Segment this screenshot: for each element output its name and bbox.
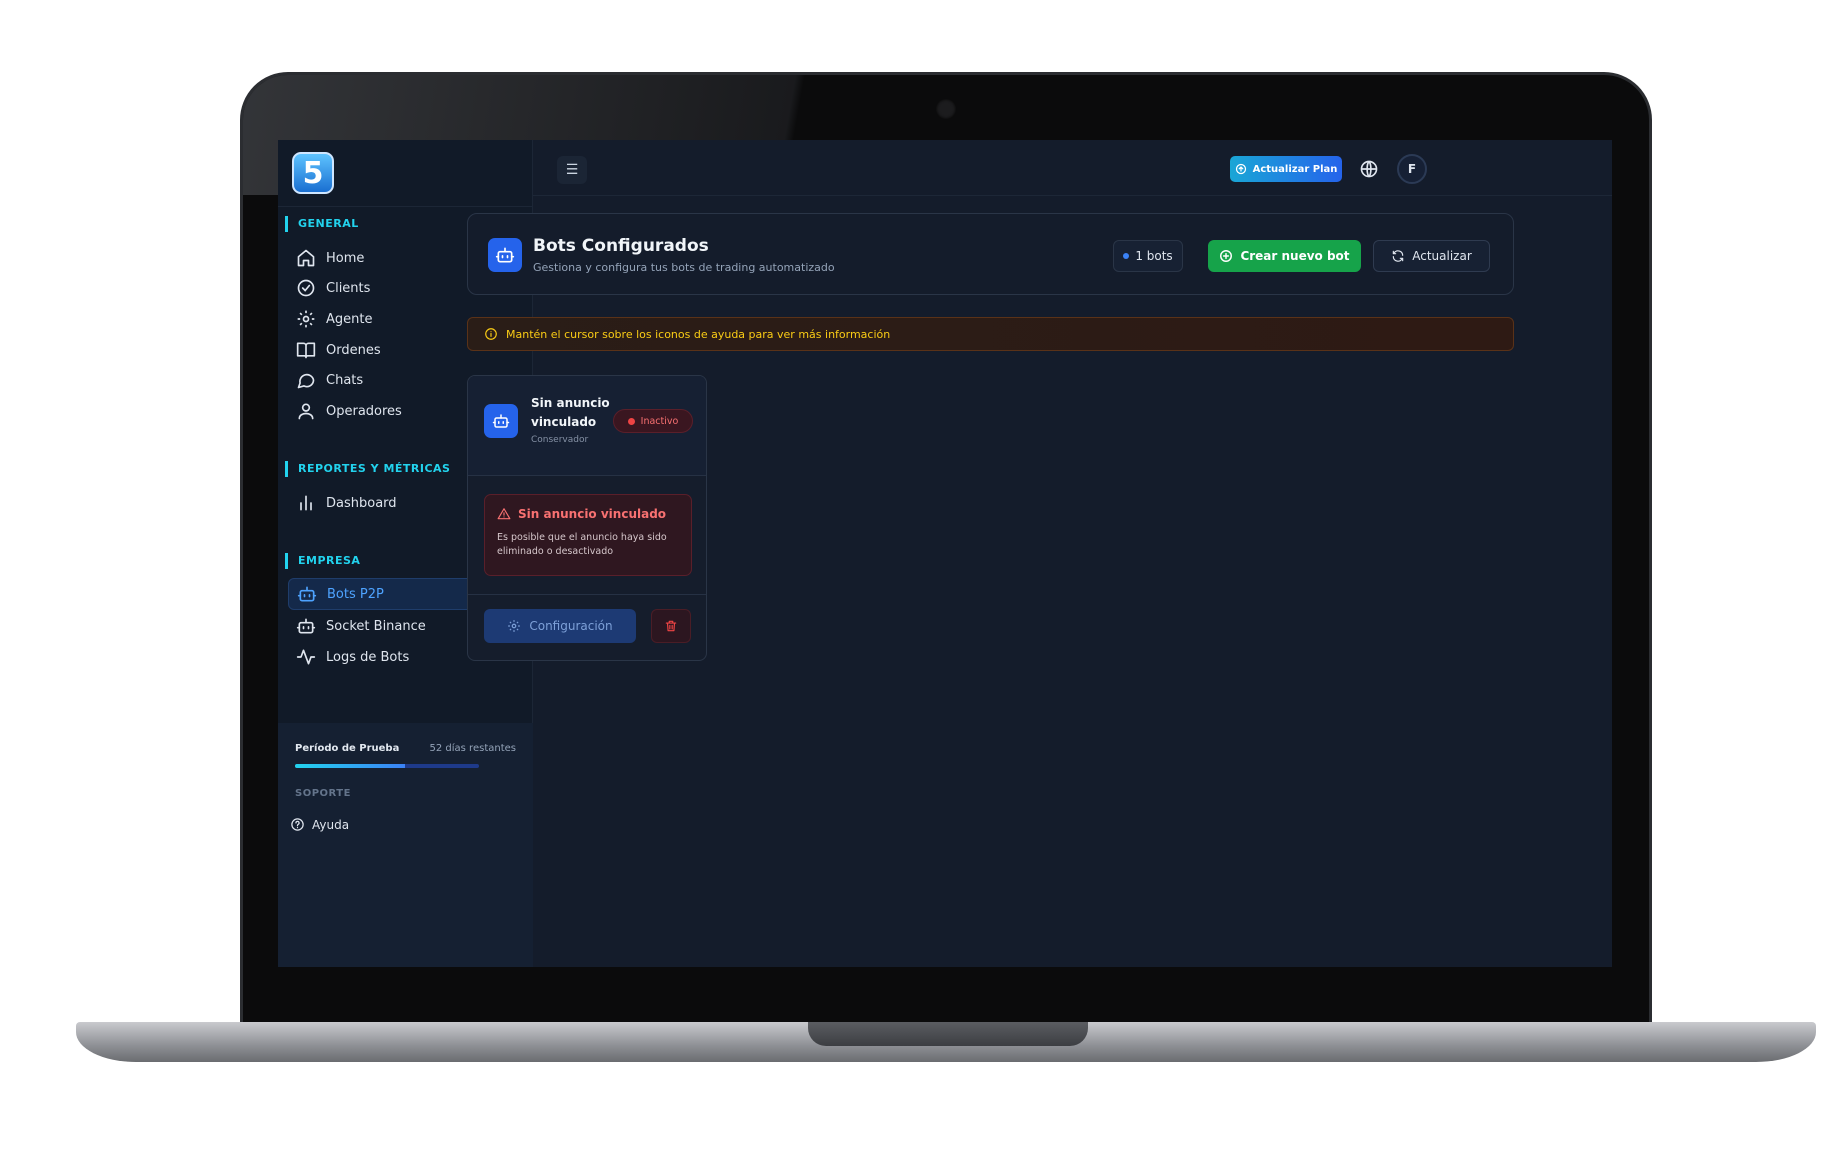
help-label: Ayuda (312, 817, 350, 832)
trial-progress-fill (295, 764, 406, 768)
sidebar-item-label: Chats (326, 372, 364, 388)
bots-count-label: 1 bots (1135, 249, 1173, 263)
refresh-button[interactable]: Actualizar (1373, 240, 1490, 272)
check-circle-icon (297, 279, 315, 297)
bots-count-badge: 1 bots (1113, 240, 1183, 272)
bot-avatar (484, 404, 518, 438)
trial-progress-bar (295, 764, 479, 768)
gear-icon (508, 620, 521, 632)
info-icon (485, 328, 497, 340)
sidebar-item-label: Agente (326, 311, 373, 327)
sidebar-item-label: Socket Binance (326, 618, 426, 634)
help-link[interactable]: Ayuda (290, 817, 349, 832)
hint-text: Mantén el cursor sobre los iconos de ayu… (506, 327, 891, 341)
page-subtitle: Gestiona y configura tus bots de trading… (533, 261, 835, 274)
bot-name: Sin anuncio vinculado (531, 396, 610, 429)
plus-circle-icon (1220, 250, 1233, 262)
user-icon (298, 403, 314, 420)
configuration-button[interactable]: Configuración (484, 609, 636, 643)
configuration-label: Configuración (529, 619, 613, 633)
bot-alert: Sin anuncio vinculado Es posible que el … (484, 494, 692, 576)
sidebar-item-label: Operadores (326, 403, 402, 419)
avatar[interactable]: F (1397, 154, 1427, 184)
menu-button[interactable]: ☰ (557, 156, 587, 184)
delete-bot-button[interactable] (651, 609, 691, 643)
home-icon (297, 249, 315, 267)
help-hint-banner: Mantén el cursor sobre los iconos de ayu… (467, 317, 1514, 351)
globe-icon[interactable] (1359, 159, 1379, 179)
camera-icon (936, 99, 956, 119)
bar-chart-icon (300, 495, 312, 511)
sidebar-item-label: Clients (326, 280, 371, 296)
bot-card-header: Sin anuncio vinculado Conservador Inacti… (468, 376, 706, 476)
trash-icon (665, 620, 677, 632)
help-circle-icon (291, 818, 304, 831)
status-badge: Inactivo (613, 409, 693, 433)
header-bot-icon-box (488, 238, 522, 272)
trial-label: Período de Prueba (295, 743, 400, 754)
alert-message: Es posible que el anuncio haya sido elim… (497, 532, 667, 557)
bot-card: Sin anuncio vinculado Conservador Inacti… (467, 375, 707, 661)
section-title-reportes: REPORTES Y MÉTRICAS (285, 461, 450, 477)
app-screen: 5 GENERAL Home Clients Agente Ordenes Ch… (278, 140, 1612, 967)
trial-panel: Período de Prueba 52 días restantes SOPO… (278, 723, 533, 967)
bot-card-footer: Configuración (468, 594, 706, 660)
alert-title: Sin anuncio vinculado (497, 507, 666, 521)
sidebar-item-label: Logs de Bots (326, 649, 410, 665)
chat-bubble-icon (297, 373, 315, 389)
create-bot-label: Crear nuevo bot (1240, 249, 1350, 263)
book-icon (296, 342, 316, 359)
sidebar-item-label: Ordenes (326, 342, 381, 358)
alert-title-text: Sin anuncio vinculado (518, 507, 667, 521)
status-label: Inactivo (640, 415, 679, 427)
arrow-up-circle-icon (1235, 163, 1246, 175)
refresh-icon (1392, 250, 1404, 262)
bot-icon (495, 247, 515, 263)
topbar: ☰ Actualizar Plan F (533, 140, 1612, 196)
sidebar-item-label: Dashboard (326, 495, 397, 511)
bot-icon (296, 618, 316, 634)
section-title-empresa: EMPRESA (285, 553, 360, 569)
create-bot-button[interactable]: Crear nuevo bot (1208, 240, 1361, 272)
app-logo[interactable]: 5 (292, 152, 334, 194)
divider (278, 206, 533, 207)
activity-icon (296, 649, 316, 665)
bot-icon (297, 586, 317, 602)
trial-days-left: 52 días restantes (429, 743, 516, 754)
upgrade-plan-label: Actualizar Plan (1252, 163, 1338, 175)
hamburger-icon: ☰ (565, 162, 579, 178)
upgrade-plan-button[interactable]: Actualizar Plan (1230, 156, 1342, 182)
laptop-notch (808, 1022, 1088, 1046)
bots-header-card: Bots Configurados Gestiona y configura t… (467, 213, 1514, 295)
bot-strategy: Conservador (531, 435, 589, 445)
sidebar-item-label: Home (326, 250, 365, 266)
warning-triangle-icon (497, 508, 511, 520)
bot-icon (492, 414, 510, 428)
support-title: SOPORTE (295, 788, 351, 799)
refresh-label: Actualizar (1412, 249, 1472, 263)
page-title: Bots Configurados (533, 236, 709, 256)
sidebar-item-label: Bots P2P (327, 586, 384, 602)
count-dot (1123, 253, 1130, 259)
status-dot (627, 417, 635, 425)
section-title-general: GENERAL (285, 216, 359, 232)
gear-icon (297, 310, 315, 328)
